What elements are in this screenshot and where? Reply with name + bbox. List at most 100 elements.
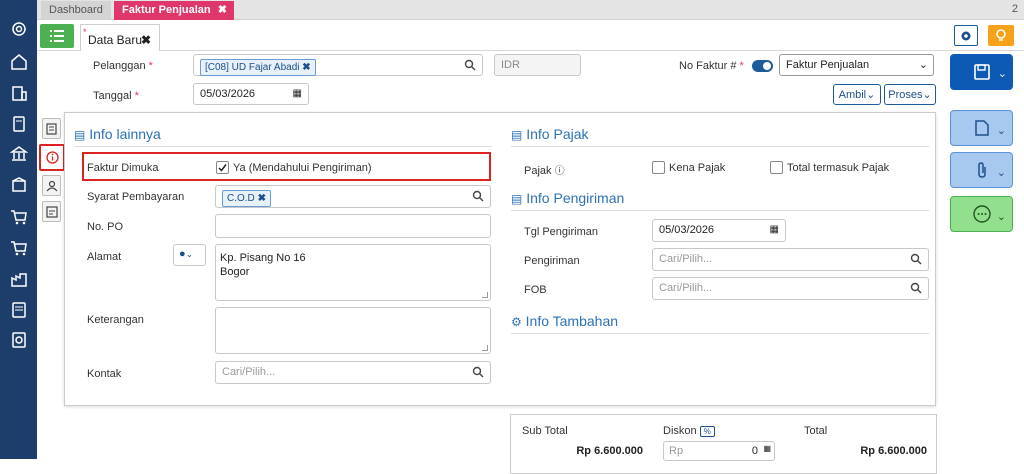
settings-icon[interactable]	[8, 18, 29, 39]
search-icon[interactable]	[464, 59, 476, 71]
info-pengiriman-title: ▤ Info Pengiriman	[511, 190, 624, 206]
no-faktur-label: No Faktur # *	[679, 60, 744, 72]
notes-icon	[45, 205, 58, 218]
bank-icon[interactable]	[8, 143, 29, 164]
tab-contact[interactable]	[42, 175, 61, 196]
diskon-label-text: Diskon	[663, 425, 697, 437]
info-tambahan-title: ⚙ Info Tambahan	[511, 313, 618, 329]
proses-button[interactable]: Proses ⌄	[884, 84, 936, 105]
syarat-label: Syarat Pembayaran	[87, 191, 184, 203]
tgl-pengiriman-input[interactable]: 05/03/2026 ▦	[652, 219, 786, 242]
diskon-label: Diskon %	[663, 425, 715, 437]
calendar-icon[interactable]: ▦	[293, 88, 302, 99]
sales-cart-icon[interactable]	[8, 237, 29, 258]
divider	[511, 146, 929, 147]
tips-button[interactable]	[988, 25, 1014, 46]
tab-info-lainnya[interactable]	[39, 144, 65, 171]
faktur-dimuka-checkbox[interactable]	[216, 161, 229, 174]
subtotal-value-text: Rp 6.600.000	[576, 445, 643, 457]
chevron-down-icon: ⌄	[918, 59, 928, 71]
tab-dashboard[interactable]: Dashboard	[41, 1, 111, 20]
stepper-icon[interactable]: ▦	[763, 444, 771, 453]
chevron-down-icon: ⌄	[185, 249, 194, 259]
search-icon[interactable]	[910, 282, 922, 294]
keterangan-textarea[interactable]	[215, 307, 491, 354]
fob-label-text: FOB	[524, 284, 547, 296]
factory-icon[interactable]	[8, 268, 29, 289]
remove-icon[interactable]: ✖	[258, 193, 266, 204]
pengiriman-input[interactable]: Cari/Pilih...	[652, 248, 929, 271]
more-actions-button[interactable]: ⌄	[950, 196, 1013, 232]
percent-toggle[interactable]: %	[699, 426, 715, 437]
search-icon[interactable]	[472, 190, 484, 202]
total-value: Rp 6.600.000	[851, 445, 927, 457]
settings-button[interactable]	[954, 25, 978, 46]
document-button[interactable]: ⌄	[950, 110, 1013, 146]
search-icon[interactable]	[910, 253, 922, 265]
report-icon[interactable]	[8, 299, 29, 320]
tgl-pengiriman-value: 05/03/2026	[659, 224, 715, 236]
list-icon	[50, 30, 64, 42]
syarat-label-text: Syarat Pembayaran	[87, 191, 185, 203]
document-icon[interactable]	[8, 113, 29, 134]
resize-handle[interactable]	[482, 292, 488, 298]
cart-icon[interactable]	[8, 206, 29, 227]
tab-detail[interactable]	[42, 118, 61, 139]
tab-faktur-penjualan[interactable]: Faktur Penjualan ✖	[114, 1, 234, 20]
close-icon[interactable]: ✖	[218, 1, 227, 20]
kena-pajak-checkbox[interactable]	[652, 161, 665, 174]
search-icon[interactable]	[472, 366, 484, 378]
tab-faktur-label: Faktur Penjualan	[122, 4, 211, 16]
syarat-chip: C.O.D ✖	[222, 190, 271, 207]
po-input[interactable]	[215, 214, 491, 238]
tanggal-input[interactable]: 05/03/2026 ▦	[193, 83, 309, 105]
auto-number-toggle[interactable]	[752, 60, 773, 72]
tanggal-value: 05/03/2026	[200, 88, 256, 100]
warehouse-icon[interactable]	[8, 51, 29, 72]
kena-pajak-label: Kena Pajak	[669, 162, 725, 174]
faktur-dimuka-option-text: Ya (Mendahului Pengiriman)	[233, 162, 372, 174]
resize-handle[interactable]	[482, 345, 488, 351]
pelanggan-chip: [C08] UD Fajar Abadi ✖	[200, 59, 316, 76]
calendar-icon[interactable]: ▦	[770, 224, 779, 235]
tax-icon: ▤	[511, 128, 523, 142]
syarat-input[interactable]: C.O.D ✖	[215, 185, 491, 208]
gears-icon: ⚙	[511, 315, 522, 329]
alamat-textarea[interactable]: Kp. Pisang No 16 Bogor	[215, 244, 491, 301]
info-icon	[45, 151, 59, 164]
close-icon[interactable]: ✖	[141, 33, 151, 47]
fob-input[interactable]: Cari/Pilih...	[652, 277, 929, 300]
info-icon[interactable]: ⓘ	[555, 166, 565, 177]
divider	[511, 333, 929, 334]
ambil-button[interactable]: Ambil ⌄	[833, 84, 881, 105]
chart-icon[interactable]	[8, 329, 29, 350]
attachment-button[interactable]: ⌄	[950, 152, 1013, 188]
tab-count[interactable]: 2	[1012, 3, 1018, 15]
building-icon[interactable]	[8, 82, 29, 103]
currency-field: IDR	[494, 54, 581, 76]
pajak-label-text: Pajak	[524, 165, 552, 177]
info-pajak-title-text: Info Pajak	[526, 126, 589, 142]
kontak-input[interactable]: Cari/Pilih...	[215, 361, 491, 384]
tab-count-label: 2	[1011, 3, 1018, 15]
diskon-input[interactable]: Rp 0 ▦	[663, 441, 775, 461]
faktur-dimuka-label: Faktur Dimuka	[87, 162, 159, 174]
pelanggan-input[interactable]: [C08] UD Fajar Abadi ✖	[193, 54, 483, 76]
location-button[interactable]: ●⌄	[173, 244, 206, 266]
alamat-label-text: Alamat	[87, 251, 122, 263]
list-button[interactable]	[40, 24, 74, 48]
subtotal-label: Sub Total	[522, 425, 568, 437]
total-pajak-checkbox[interactable]	[770, 161, 783, 174]
remove-icon[interactable]: ✖	[302, 62, 310, 73]
inventory-icon[interactable]	[8, 174, 29, 195]
tanggal-label-text: Tanggal	[93, 90, 132, 102]
proses-label: Proses	[888, 88, 923, 101]
save-button[interactable]: ⌄	[950, 54, 1013, 90]
pengiriman-placeholder: Cari/Pilih...	[659, 253, 713, 265]
tab-notes[interactable]	[42, 201, 61, 222]
tab-data-baru[interactable]: * Data Baru ✖	[80, 24, 160, 51]
toolbar: * Data Baru ✖	[37, 20, 1024, 51]
chevron-down-icon: ⌄	[866, 89, 876, 101]
no-faktur-select[interactable]: Faktur Penjualan ⌄	[779, 54, 934, 76]
floppy-icon	[973, 64, 990, 80]
